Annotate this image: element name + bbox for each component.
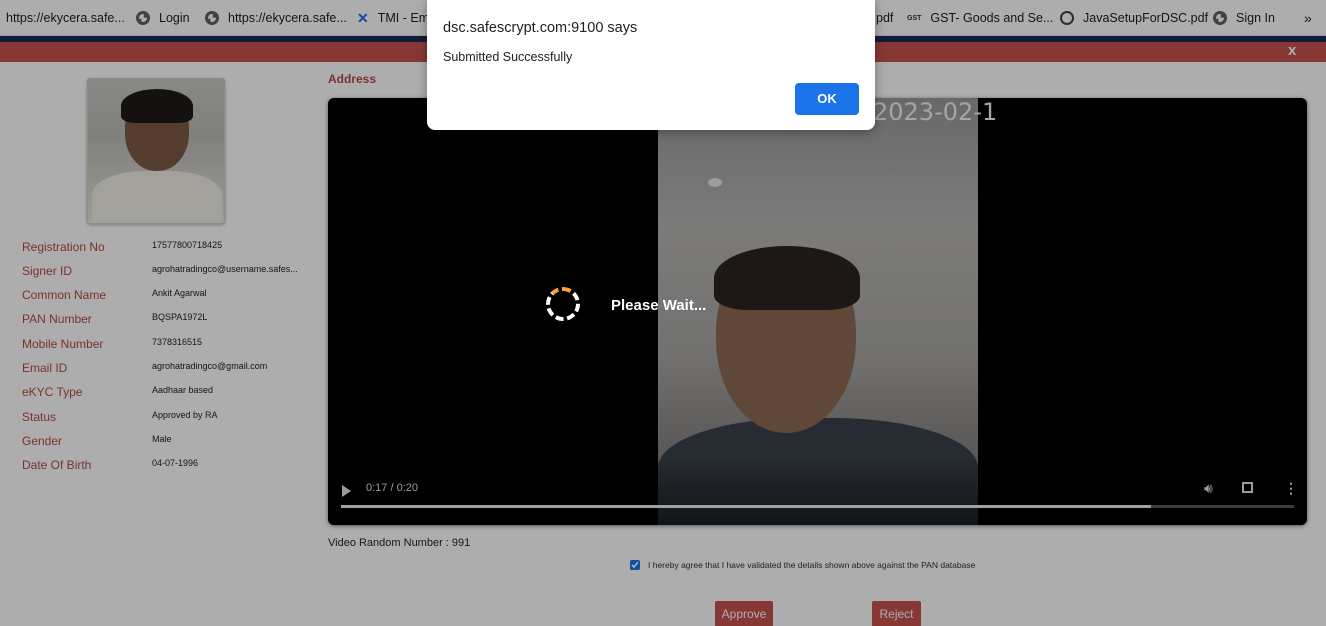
- alert-message: Submitted Successfully: [443, 50, 573, 64]
- alert-dialog: dsc.safescrypt.com:9100 says Submitted S…: [427, 0, 875, 130]
- loading-spinner-icon: [546, 287, 580, 321]
- alert-title: dsc.safescrypt.com:9100 says: [443, 20, 638, 36]
- ok-button[interactable]: OK: [795, 83, 859, 115]
- loading-text: Please Wait...: [611, 297, 707, 314]
